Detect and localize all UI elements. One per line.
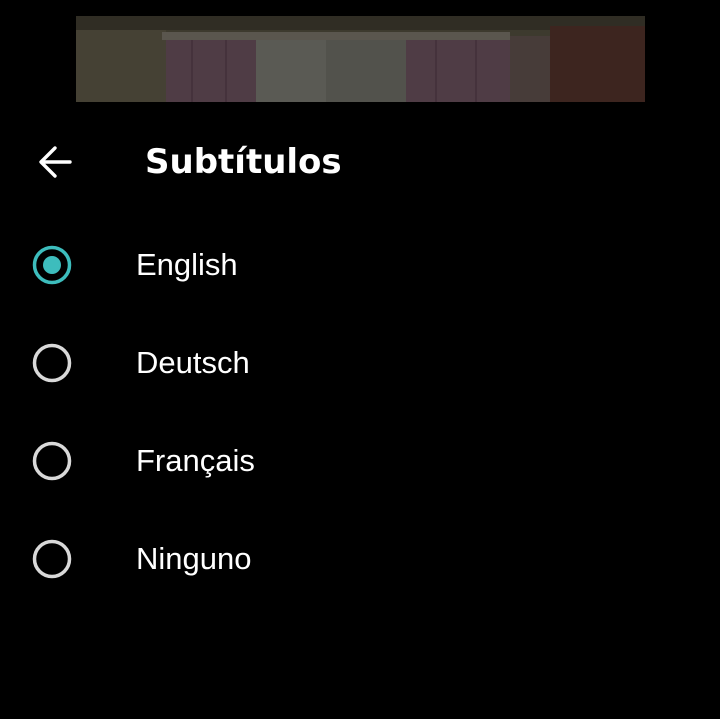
subtitles-header: Subtítulos (0, 130, 720, 194)
subtitle-option-label: Ninguno (136, 541, 252, 576)
subtitle-option-label: Deutsch (136, 345, 250, 380)
page-title: Subtítulos (145, 142, 342, 182)
back-button[interactable] (30, 136, 82, 188)
subtitle-option-label: English (136, 247, 238, 282)
subtitle-option-label: Français (136, 443, 255, 478)
video-preview-thumbnail (76, 16, 645, 102)
radio-button[interactable] (32, 343, 72, 383)
subtitle-option-francais[interactable]: Français (0, 412, 720, 510)
radio-unchecked-icon (32, 441, 72, 481)
radio-button[interactable] (32, 539, 72, 579)
radio-button-selected[interactable] (32, 245, 72, 285)
radio-unchecked-icon (32, 539, 72, 579)
subtitle-options-list: English Deutsch Français Ninguno (0, 216, 720, 608)
radio-button[interactable] (32, 441, 72, 481)
subtitle-option-english[interactable]: English (0, 216, 720, 314)
radio-unchecked-icon (32, 343, 72, 383)
subtitle-option-ninguno[interactable]: Ninguno (0, 510, 720, 608)
subtitle-option-deutsch[interactable]: Deutsch (0, 314, 720, 412)
radio-checked-icon (32, 245, 72, 285)
arrow-left-icon (39, 146, 72, 178)
